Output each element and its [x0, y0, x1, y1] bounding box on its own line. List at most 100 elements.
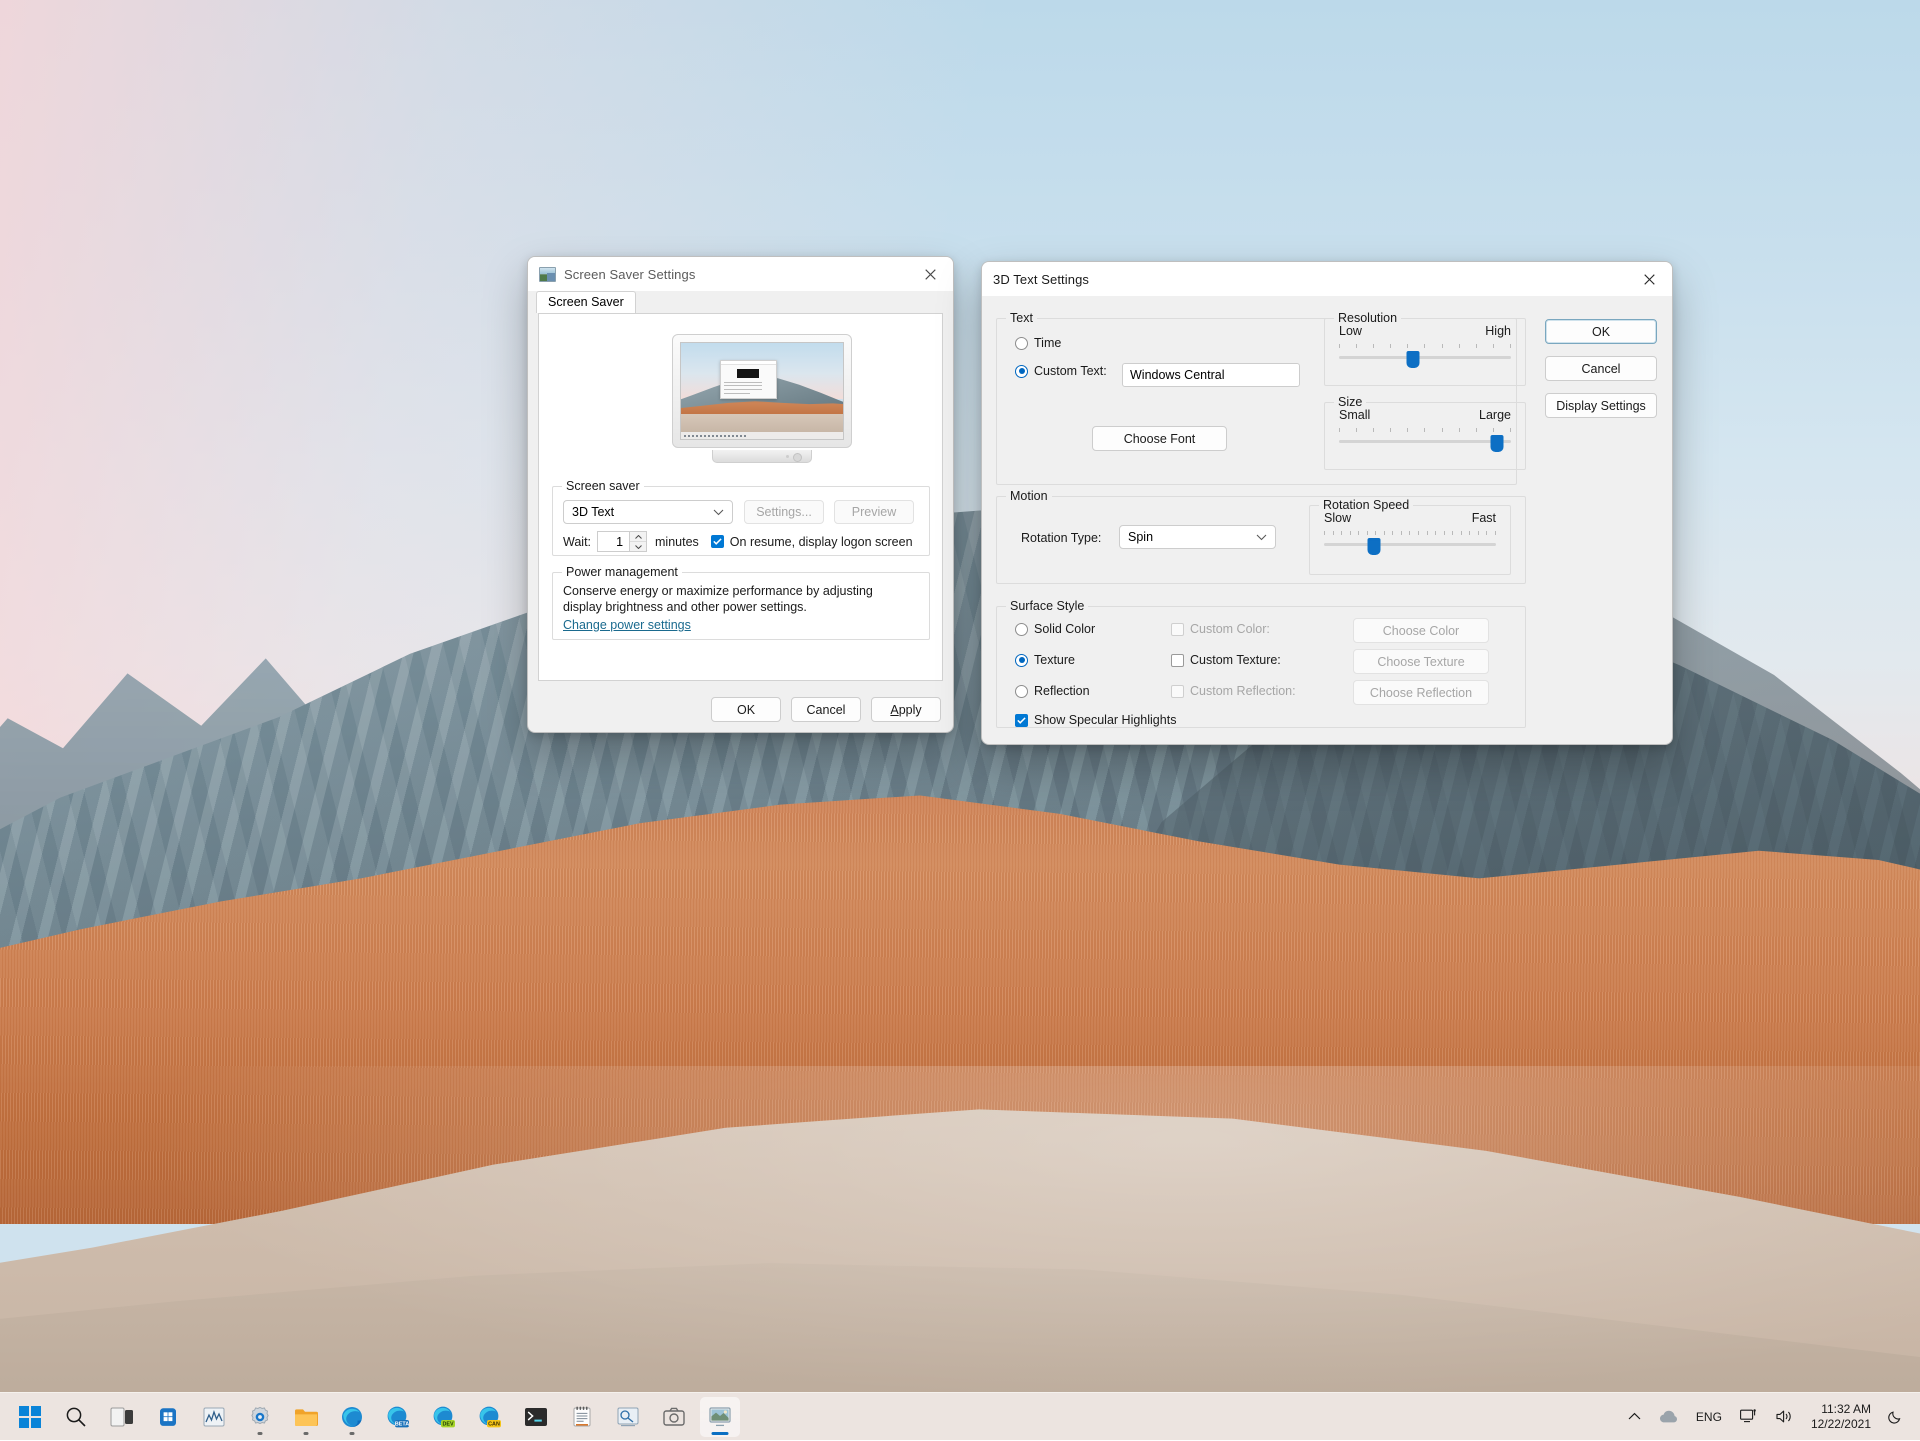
snipping-tool-button[interactable] — [654, 1397, 694, 1437]
display-monitor-icon — [709, 1406, 731, 1427]
edge-canary-button[interactable]: CAN — [470, 1397, 510, 1437]
resolution-slider-thumb[interactable] — [1406, 351, 1420, 368]
solid-color-radio[interactable] — [1015, 622, 1028, 636]
apply-first-letter: A — [890, 702, 899, 717]
time-radio[interactable] — [1015, 336, 1028, 350]
windows-logo-icon — [19, 1405, 41, 1428]
screen-saver-preview-button[interactable]: Preview — [834, 500, 914, 524]
moon-icon[interactable] — [1881, 1399, 1910, 1435]
display-monitor-icon — [539, 266, 556, 282]
minutes-label: minutes — [655, 534, 699, 549]
file-explorer-button[interactable] — [286, 1397, 326, 1437]
microsoft-store-icon — [157, 1406, 179, 1428]
network-icon[interactable] — [1733, 1399, 1765, 1435]
rotation-speed-slider[interactable] — [1324, 531, 1496, 557]
reflection-radio[interactable] — [1015, 684, 1028, 698]
screen-saver-settings-button[interactable]: Settings... — [744, 500, 824, 524]
search-icon — [65, 1406, 87, 1428]
screen-saver-settings-dialog[interactable]: Screen Saver Settings Screen Saver Scree… — [527, 256, 954, 733]
rotation-speed-slider-thumb[interactable] — [1367, 538, 1381, 555]
choose-reflection-button[interactable]: Choose Reflection — [1353, 680, 1489, 705]
custom-reflection-checkbox[interactable] — [1171, 684, 1184, 698]
apply-rest: pply — [898, 702, 922, 717]
rotation-speed-group: Rotation Speed Slow Fast — [1309, 498, 1511, 575]
close-icon[interactable] — [907, 257, 953, 291]
rotation-type-select[interactable]: Spin — [1119, 525, 1276, 549]
display-settings-button[interactable]: Display Settings — [1545, 393, 1657, 418]
wallpaper-dune-highlight — [0, 1065, 1920, 1440]
time-radio-row[interactable]: Time — [1015, 336, 1061, 350]
terminal-button[interactable] — [516, 1397, 556, 1437]
search-button[interactable] — [56, 1397, 96, 1437]
speaker-icon[interactable] — [1769, 1399, 1801, 1435]
custom-color-checkbox[interactable] — [1171, 622, 1184, 636]
wait-minutes-stepper[interactable]: 1 — [597, 531, 648, 552]
screen-saver-select[interactable]: 3D Text — [563, 500, 733, 524]
screen-saver-ok-button[interactable]: OK — [711, 697, 781, 722]
screen-saver-group-label: Screen saver — [562, 479, 644, 493]
texture-radio-row[interactable]: Texture — [1015, 653, 1075, 667]
microsoft-store-button[interactable] — [148, 1397, 188, 1437]
resolution-slider[interactable] — [1339, 344, 1511, 370]
three-d-text-settings-dialog[interactable]: 3D Text Settings Text Time Custom Text: … — [981, 261, 1673, 745]
reflection-radio-row[interactable]: Reflection — [1015, 684, 1090, 698]
rotation-speed-slider-track — [1324, 543, 1496, 546]
settings-button[interactable] — [240, 1397, 280, 1437]
chevron-up-icon[interactable] — [1621, 1399, 1648, 1435]
power-management-label: Power management — [562, 565, 682, 579]
wait-spinner-down-icon[interactable] — [630, 541, 647, 551]
edge-dev-button[interactable]: DEV — [424, 1397, 464, 1437]
show-specular-checkbox[interactable] — [1015, 713, 1028, 727]
cloud-icon[interactable] — [1652, 1399, 1685, 1435]
resolution-slider-ticks — [1339, 344, 1511, 350]
camera-icon — [663, 1407, 685, 1427]
choose-font-button[interactable]: Choose Font — [1092, 426, 1227, 451]
wait-label: Wait: — [563, 534, 592, 549]
performance-monitor-button[interactable] — [194, 1397, 234, 1437]
edge-button[interactable] — [332, 1397, 372, 1437]
screen-saver-cancel-button[interactable]: Cancel — [791, 697, 861, 722]
screen-saver-body: Screen Saver Screen saver 3D Text Settin… — [528, 291, 953, 722]
edge-beta-button[interactable]: BETA — [378, 1397, 418, 1437]
texture-radio[interactable] — [1015, 653, 1028, 667]
show-specular-row[interactable]: Show Specular Highlights — [1015, 713, 1176, 727]
close-icon[interactable] — [1626, 262, 1672, 296]
size-min-label: Small — [1339, 408, 1371, 422]
change-power-settings-link[interactable]: Change power settings — [563, 618, 691, 632]
custom-text-radio-row[interactable]: Custom Text: — [1015, 364, 1107, 378]
custom-texture-checkbox[interactable] — [1171, 653, 1184, 667]
logon-screen-checkbox[interactable] — [710, 535, 724, 548]
power-management-description: Conserve energy or maximize performance … — [563, 584, 873, 614]
size-slider-thumb[interactable] — [1490, 435, 1504, 452]
start-button[interactable] — [10, 1397, 50, 1437]
three-d-text-ok-button[interactable]: OK — [1545, 319, 1657, 344]
custom-reflection-check-row[interactable]: Custom Reflection: — [1171, 684, 1296, 698]
screen-saver-preview-monitor[interactable] — [672, 334, 852, 463]
choose-texture-button[interactable]: Choose Texture — [1353, 649, 1489, 674]
size-slider[interactable] — [1339, 428, 1511, 454]
notepad-button[interactable] — [562, 1397, 602, 1437]
custom-color-check-row[interactable]: Custom Color: — [1171, 622, 1270, 636]
screen-saver-titlebar: Screen Saver Settings — [528, 257, 953, 291]
three-d-text-cancel-button[interactable]: Cancel — [1545, 356, 1657, 381]
custom-color-label: Custom Color: — [1190, 622, 1270, 636]
wait-spinner-arrows[interactable] — [629, 532, 647, 551]
screen-saver-settings-button[interactable] — [700, 1396, 740, 1437]
control-panel-button[interactable] — [608, 1397, 648, 1437]
tab-screen-saver[interactable]: Screen Saver — [536, 291, 636, 313]
motion-group: Motion Rotation Type: Spin Rotation Spee… — [996, 489, 1526, 584]
taskbar-clock[interactable]: 11:32 AM 12/22/2021 — [1805, 1402, 1877, 1432]
solid-color-radio-row[interactable]: Solid Color — [1015, 622, 1095, 636]
notepad-icon — [572, 1406, 592, 1428]
wait-spinner-up-icon[interactable] — [630, 532, 646, 541]
choose-color-button[interactable]: Choose Color — [1353, 618, 1489, 643]
language-indicator[interactable]: ENG — [1689, 1399, 1729, 1435]
chevron-down-icon — [1256, 530, 1267, 544]
size-group-label: Size — [1334, 395, 1367, 409]
task-view-button[interactable] — [102, 1397, 142, 1437]
preview-monitor-stand — [711, 450, 813, 463]
screen-saver-apply-button[interactable]: Apply — [871, 697, 941, 722]
custom-texture-check-row[interactable]: Custom Texture: — [1171, 653, 1281, 667]
custom-text-radio[interactable] — [1015, 364, 1028, 378]
custom-text-input[interactable]: Windows Central — [1122, 363, 1300, 387]
